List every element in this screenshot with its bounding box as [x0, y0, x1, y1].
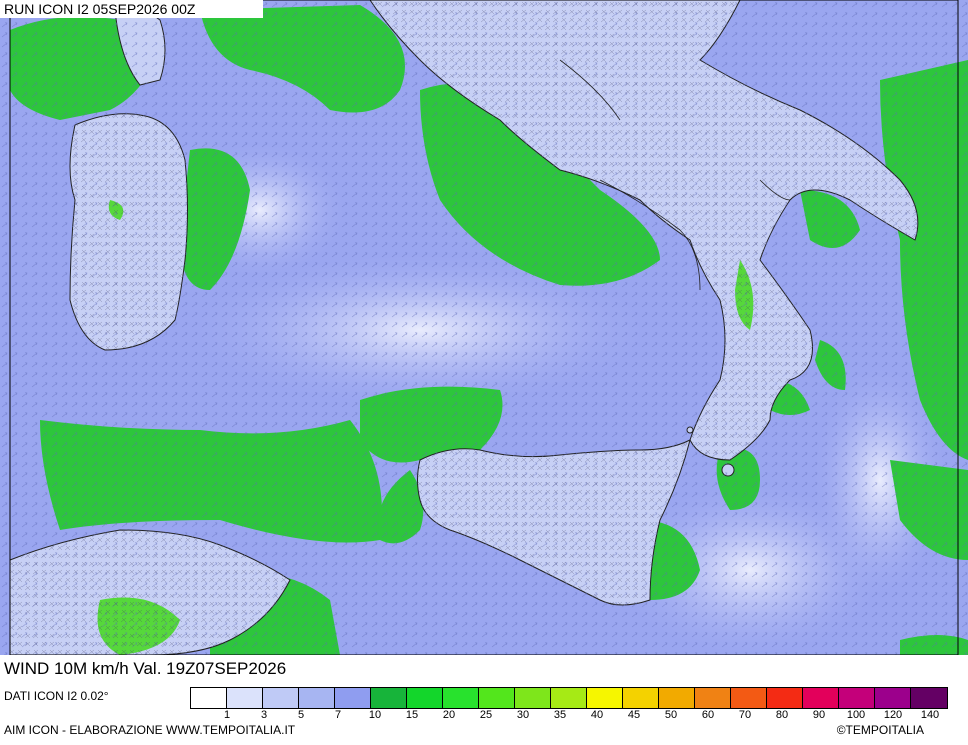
- scale-tick-label: 45: [627, 709, 641, 721]
- scale-swatch: [263, 688, 299, 708]
- scale-tick-label: 140: [920, 709, 940, 721]
- scale-tick-label: 5: [297, 709, 305, 721]
- scale-tick-label: 70: [738, 709, 752, 721]
- scale-swatch: [803, 688, 839, 708]
- scale-swatch: [227, 688, 263, 708]
- run-label: RUN ICON I2 05SEP2026 00Z: [0, 0, 263, 18]
- wind-map: [0, 0, 968, 655]
- scale-tick-label: 80: [775, 709, 789, 721]
- credits-right: ©TEMPOITALIA: [836, 722, 924, 738]
- scale-tick-label: 7: [334, 709, 342, 721]
- scale-swatch: [371, 688, 407, 708]
- scale-tick-label: 100: [846, 709, 866, 721]
- scale-tick-label: 25: [479, 709, 493, 721]
- map-title: WIND 10M km/h Val. 19Z07SEP2026: [0, 655, 413, 682]
- scale-tick-label: 20: [442, 709, 456, 721]
- scale-tick-label: 90: [812, 709, 826, 721]
- color-scale: [190, 687, 948, 709]
- color-scale-ticks: 1 3 5 7 10 15 20 25 30 35 40 45 50 60 70 80 90 100 120 140: [190, 709, 939, 723]
- scale-tick-label: 3: [260, 709, 268, 721]
- scale-swatch: [335, 688, 371, 708]
- credits-left: AIM ICON - ELABORAZIONE WWW.TEMPOITALIA.…: [4, 722, 296, 738]
- scale-swatch: [659, 688, 695, 708]
- scale-tick-label: 30: [516, 709, 530, 721]
- scale-swatch: [479, 688, 515, 708]
- scale-swatch: [515, 688, 551, 708]
- scale-swatch: [911, 688, 947, 708]
- scale-tick-label: 40: [590, 709, 604, 721]
- scale-tick-label: 50: [664, 709, 678, 721]
- scale-swatch: [623, 688, 659, 708]
- scale-swatch: [551, 688, 587, 708]
- scale-tick-label: 60: [701, 709, 715, 721]
- scale-swatch: [839, 688, 875, 708]
- scale-tick-label: 120: [883, 709, 903, 721]
- scale-swatch: [767, 688, 803, 708]
- scale-swatch: [191, 688, 227, 708]
- scale-tick-label: 15: [405, 709, 419, 721]
- scale-swatch: [443, 688, 479, 708]
- scale-swatch: [587, 688, 623, 708]
- data-source-label: DATI ICON I2 0.02°: [4, 689, 109, 703]
- scale-swatch: [731, 688, 767, 708]
- scale-tick-label: 10: [368, 709, 382, 721]
- scale-swatch: [407, 688, 443, 708]
- land-arrows: [70, 113, 188, 350]
- scale-swatch: [299, 688, 335, 708]
- scale-tick-label: 35: [553, 709, 567, 721]
- scale-swatch: [875, 688, 911, 708]
- scale-swatch: [695, 688, 731, 708]
- scale-tick-label: 1: [223, 709, 231, 721]
